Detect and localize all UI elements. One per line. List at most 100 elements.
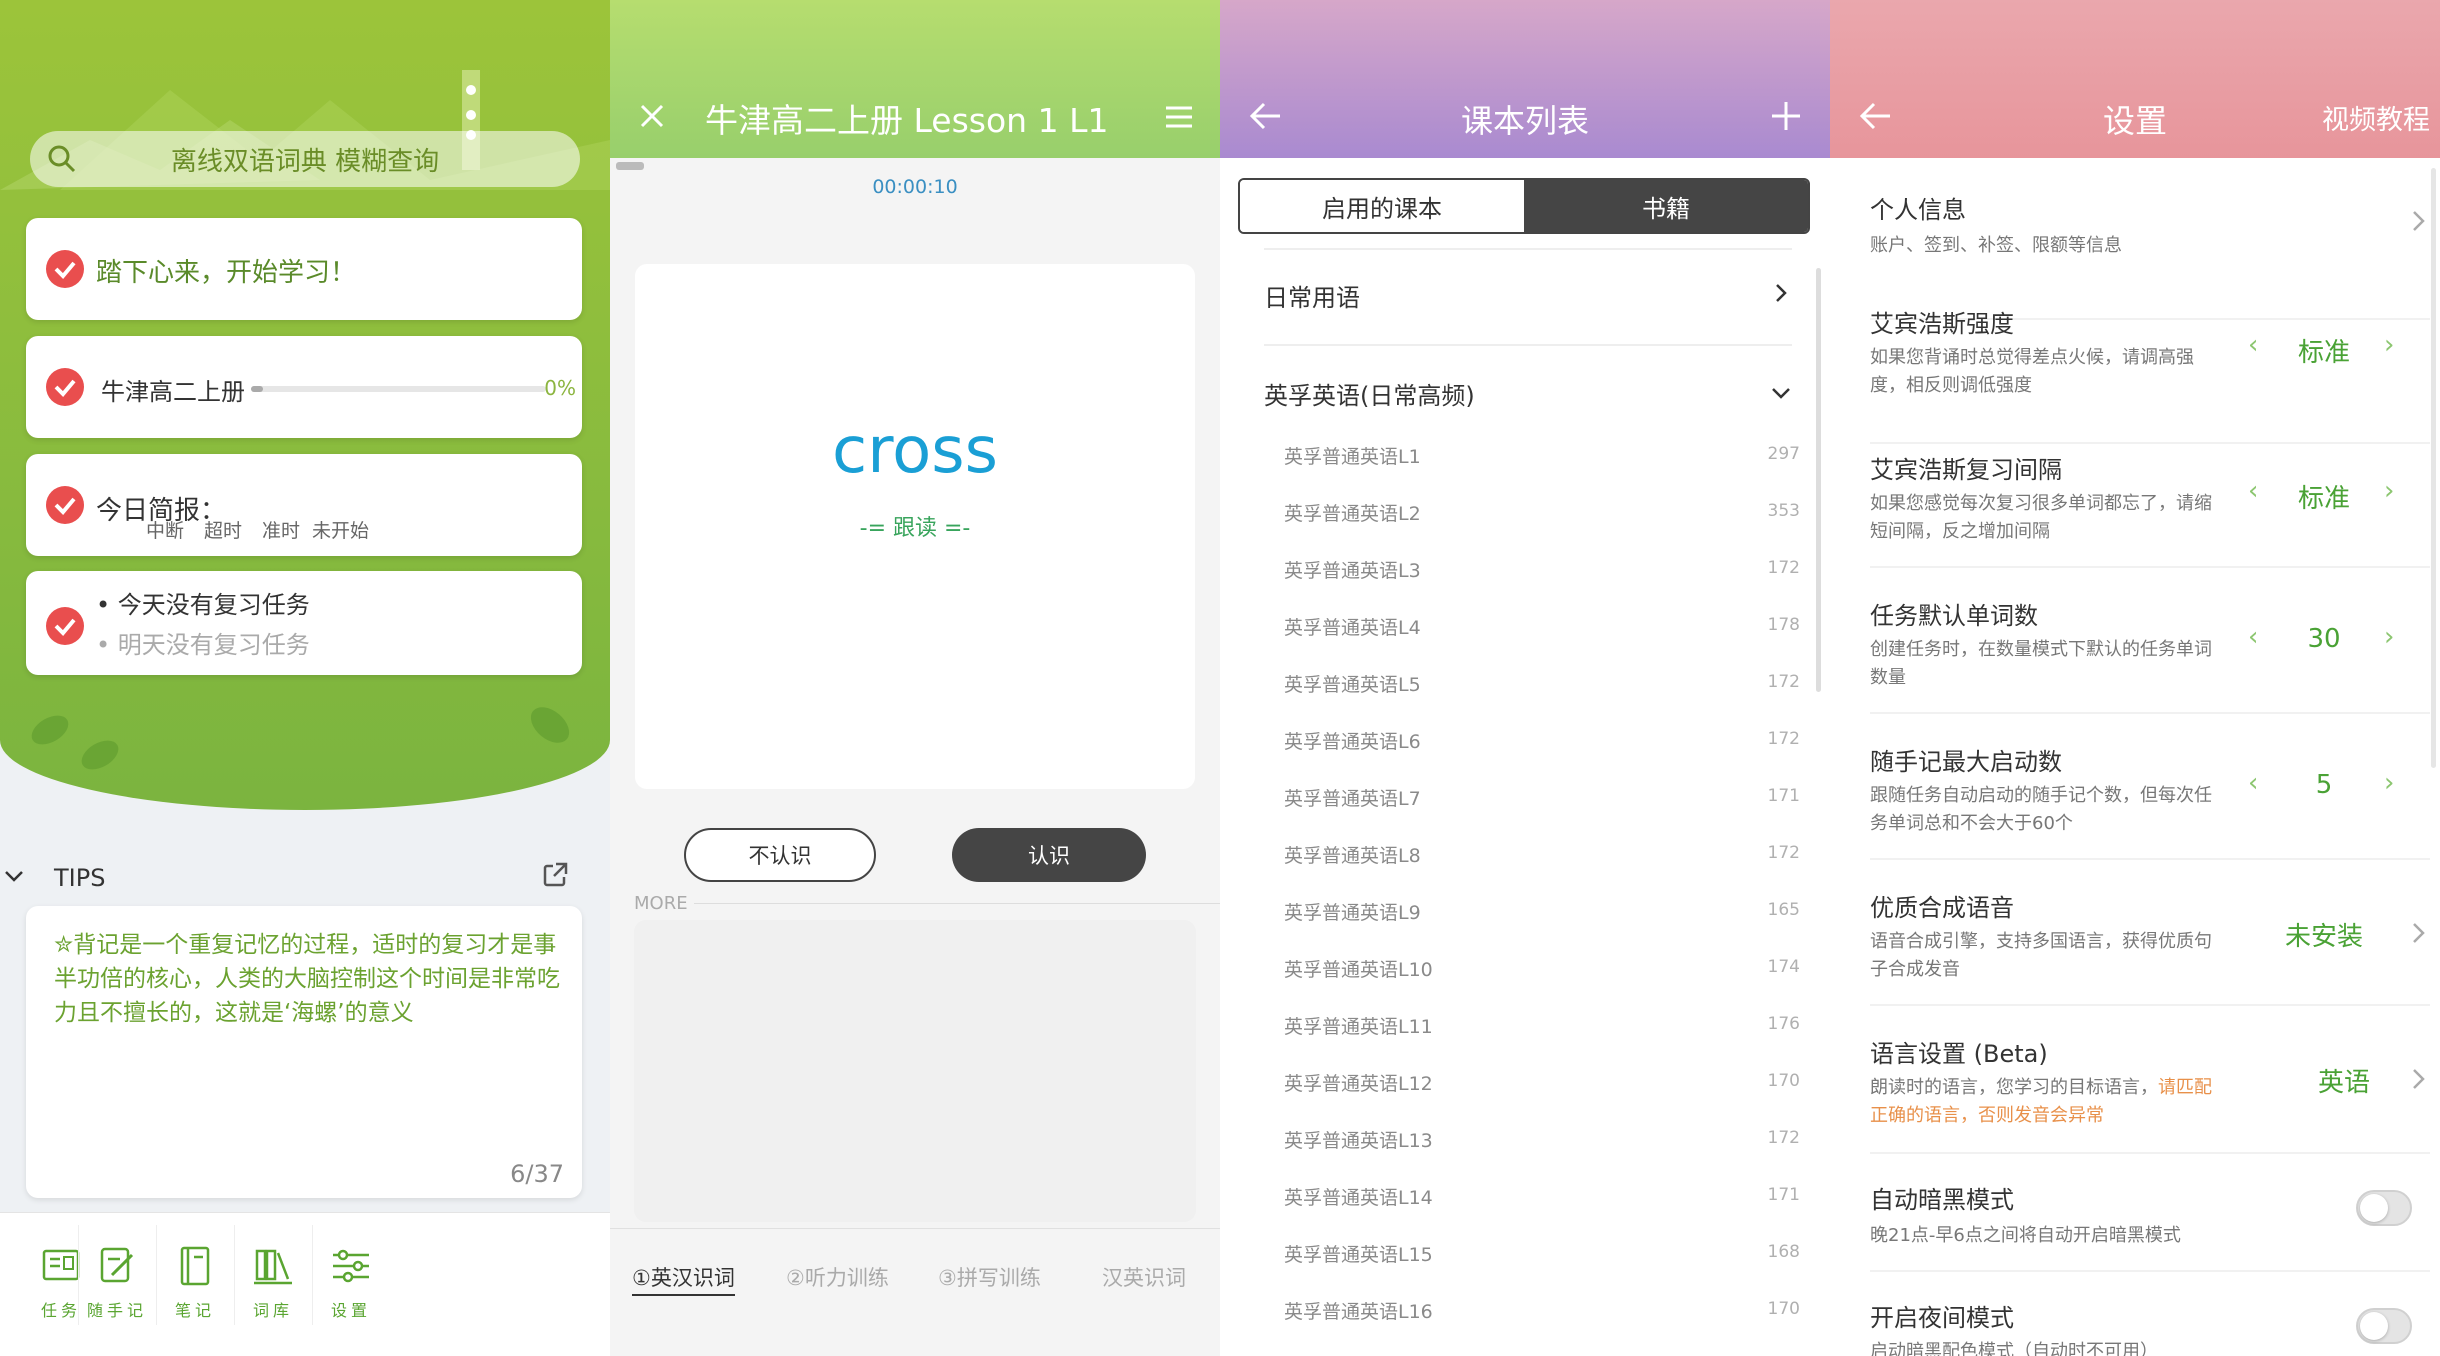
bottom-tab-bar: 任务 随手记 笔记 词库 设置	[0, 1212, 610, 1356]
lesson-word-count: 168	[1767, 1242, 1800, 1262]
night-mode-desc: 启动暗黑配色模式（自动时不可用）	[1870, 1341, 2158, 1356]
review-card[interactable]: • 今天没有复习任务 • 明天没有复习任务	[26, 571, 582, 675]
tips-page-indicator: 6/37	[510, 1160, 564, 1188]
section-daily-phrases[interactable]: 日常用语	[1264, 278, 1360, 313]
scrollbar[interactable]	[1816, 268, 1821, 692]
word-card[interactable]: cross -= 跟读 =-	[635, 264, 1195, 789]
default-words-title: 任务默认单词数	[1870, 602, 2038, 630]
close-icon[interactable]	[634, 98, 670, 134]
mode-tabs: ①英汉识词 ②听力训练 ③拼写训练 汉英识词	[610, 1256, 1220, 1356]
seg-books[interactable]: 书籍	[1524, 180, 1808, 232]
daily-brief-card[interactable]: 今日简报： 中断 超时 准时 未开始	[26, 454, 582, 556]
lesson-word-count: 170	[1767, 1299, 1800, 1319]
tts-title[interactable]: 优质合成语音	[1870, 888, 2014, 923]
brief-label-not-started: 未开始	[312, 520, 370, 542]
settings-sliders-icon	[333, 1249, 369, 1283]
lesson-name: 英孚普通英语L11	[1284, 1016, 1433, 1038]
lesson-word-count: 172	[1767, 1128, 1800, 1148]
notes-decrease-icon[interactable]: ‹	[2248, 768, 2258, 798]
motivation-text: 踏下心来，开始学习！	[96, 258, 357, 288]
share-icon[interactable]	[540, 860, 570, 890]
dictionary-search-bar[interactable]: 离线双语词典 模糊查询	[30, 131, 580, 187]
lesson-word-count: 171	[1767, 786, 1800, 806]
chevron-right-icon[interactable]	[1770, 282, 1792, 304]
footprint-decoration	[31, 715, 119, 770]
words-decrease-icon[interactable]: ‹	[2248, 622, 2258, 652]
personal-info-desc: 账户、签到、补签、限额等信息	[1870, 235, 2122, 256]
lesson-name: 英孚普通英语L12	[1284, 1073, 1433, 1095]
book-progress-card[interactable]: 牛津高二上册 0%	[26, 336, 582, 438]
tab-settings[interactable]: 设置	[290, 1243, 412, 1321]
section-ef-english[interactable]: 英孚英语(日常高频)	[1264, 376, 1475, 411]
lesson-title: 牛津高二上册 Lesson 1 L1	[705, 101, 1109, 140]
textbook-header: 课本列表	[1220, 0, 1830, 158]
brief-label-overtime: 超时	[204, 520, 243, 542]
known-button[interactable]: 认识	[952, 828, 1146, 882]
tab-cn-en[interactable]: 汉英识词	[1102, 1262, 1186, 1292]
check-icon	[46, 486, 84, 524]
check-icon	[46, 250, 84, 288]
book-progress-percent: 0%	[544, 376, 576, 400]
lesson-name: 英孚普通英语L10	[1284, 959, 1433, 981]
strength-title: 艾宾浩斯强度	[1870, 310, 2014, 338]
night-mode-toggle[interactable]	[2356, 1308, 2412, 1344]
language-value: 英语	[2317, 1068, 2370, 1098]
personal-info-title[interactable]: 个人信息	[1870, 190, 1966, 225]
chevron-down-icon[interactable]	[2, 864, 26, 888]
interval-increase-icon[interactable]: ›	[2384, 476, 2394, 506]
tab-en-cn[interactable]: ①英汉识词	[632, 1262, 735, 1296]
lesson-name: 英孚普通英语L4	[1284, 617, 1421, 639]
tab-listening[interactable]: ②听力训练	[786, 1262, 889, 1292]
interval-decrease-icon[interactable]: ‹	[2248, 476, 2258, 506]
language-desc: 朗读时的语言，您学习的目标语言，请匹配正确的语言，否则发音会异常	[1870, 1077, 2212, 1126]
lesson-name: 英孚普通英语L8	[1284, 845, 1421, 867]
lesson-word-count: 174	[1767, 957, 1800, 977]
strength-value: 标准	[2297, 338, 2350, 368]
follow-read-button[interactable]: -= 跟读 =-	[635, 510, 1195, 542]
more-label: MORE	[634, 893, 688, 914]
brief-label-interrupted: 中断	[146, 520, 185, 542]
tab-spelling[interactable]: ③拼写训练	[938, 1262, 1041, 1292]
unknown-button[interactable]: 不认识	[684, 828, 876, 882]
language-title[interactable]: 语言设置 (Beta)	[1870, 1034, 2048, 1069]
video-tutorial-link[interactable]: 视频教程	[2322, 98, 2430, 137]
tts-value: 未安装	[2284, 922, 2363, 952]
lesson-word-count: 170	[1767, 1071, 1800, 1091]
chevron-right-icon[interactable]	[2410, 918, 2428, 948]
divider	[694, 903, 1220, 904]
lesson-name: 英孚普通英语L2	[1284, 503, 1421, 525]
interval-title: 艾宾浩斯复习间隔	[1870, 456, 2062, 484]
lesson-name: 英孚普通英语L3	[1284, 560, 1421, 582]
chevron-down-icon[interactable]	[1770, 382, 1792, 404]
strength-decrease-icon[interactable]: ‹	[2248, 330, 2258, 360]
word-text: cross	[832, 414, 998, 488]
divider	[610, 1228, 1220, 1229]
lesson-word-count: 172	[1767, 672, 1800, 692]
plus-icon[interactable]	[1768, 98, 1804, 134]
lesson-name: 英孚普通英语L16	[1284, 1301, 1433, 1323]
strength-increase-icon[interactable]: ›	[2384, 330, 2394, 360]
chevron-right-icon[interactable]	[2410, 206, 2428, 236]
motivation-card[interactable]: 踏下心来，开始学习！	[26, 218, 582, 320]
seg-enabled-books[interactable]: 启用的课本	[1240, 180, 1524, 232]
chevron-right-icon[interactable]	[2410, 1064, 2428, 1094]
book-title: 牛津高二上册	[101, 378, 245, 406]
words-increase-icon[interactable]: ›	[2384, 622, 2394, 652]
lesson-word-count: 165	[1767, 900, 1800, 920]
max-notes-title: 随手记最大启动数	[1870, 748, 2062, 776]
auto-dark-toggle[interactable]	[2356, 1190, 2412, 1226]
tips-card: ✮背记是一个重复记忆的过程，适时的复习才是事半功倍的核心，人类的大脑控制这个时间…	[26, 906, 582, 1198]
notes-value: 5	[2315, 770, 2333, 800]
notes-increase-icon[interactable]: ›	[2384, 768, 2394, 798]
words-value: 30	[2307, 624, 2341, 654]
settings-panel: 设置 视频教程 个人信息 账户、签到、补签、限额等信息 艾宾浩斯强度 如果您背诵…	[1830, 0, 2440, 1356]
lesson-word-count: 172	[1767, 843, 1800, 863]
auto-dark-desc: 晚21点-早6点之间将自动开启暗黑模式	[1870, 1225, 2181, 1246]
menu-icon[interactable]	[1162, 100, 1196, 134]
scrollbar[interactable]	[2431, 168, 2436, 768]
search-placeholder: 离线双语词典 模糊查询	[170, 146, 440, 177]
lesson-name: 英孚普通英语L6	[1284, 731, 1421, 753]
lesson-name: 英孚普通英语L5	[1284, 674, 1421, 696]
lesson-name: 英孚普通英语L13	[1284, 1130, 1433, 1152]
auto-dark-title: 自动暗黑模式	[1870, 1186, 2014, 1214]
